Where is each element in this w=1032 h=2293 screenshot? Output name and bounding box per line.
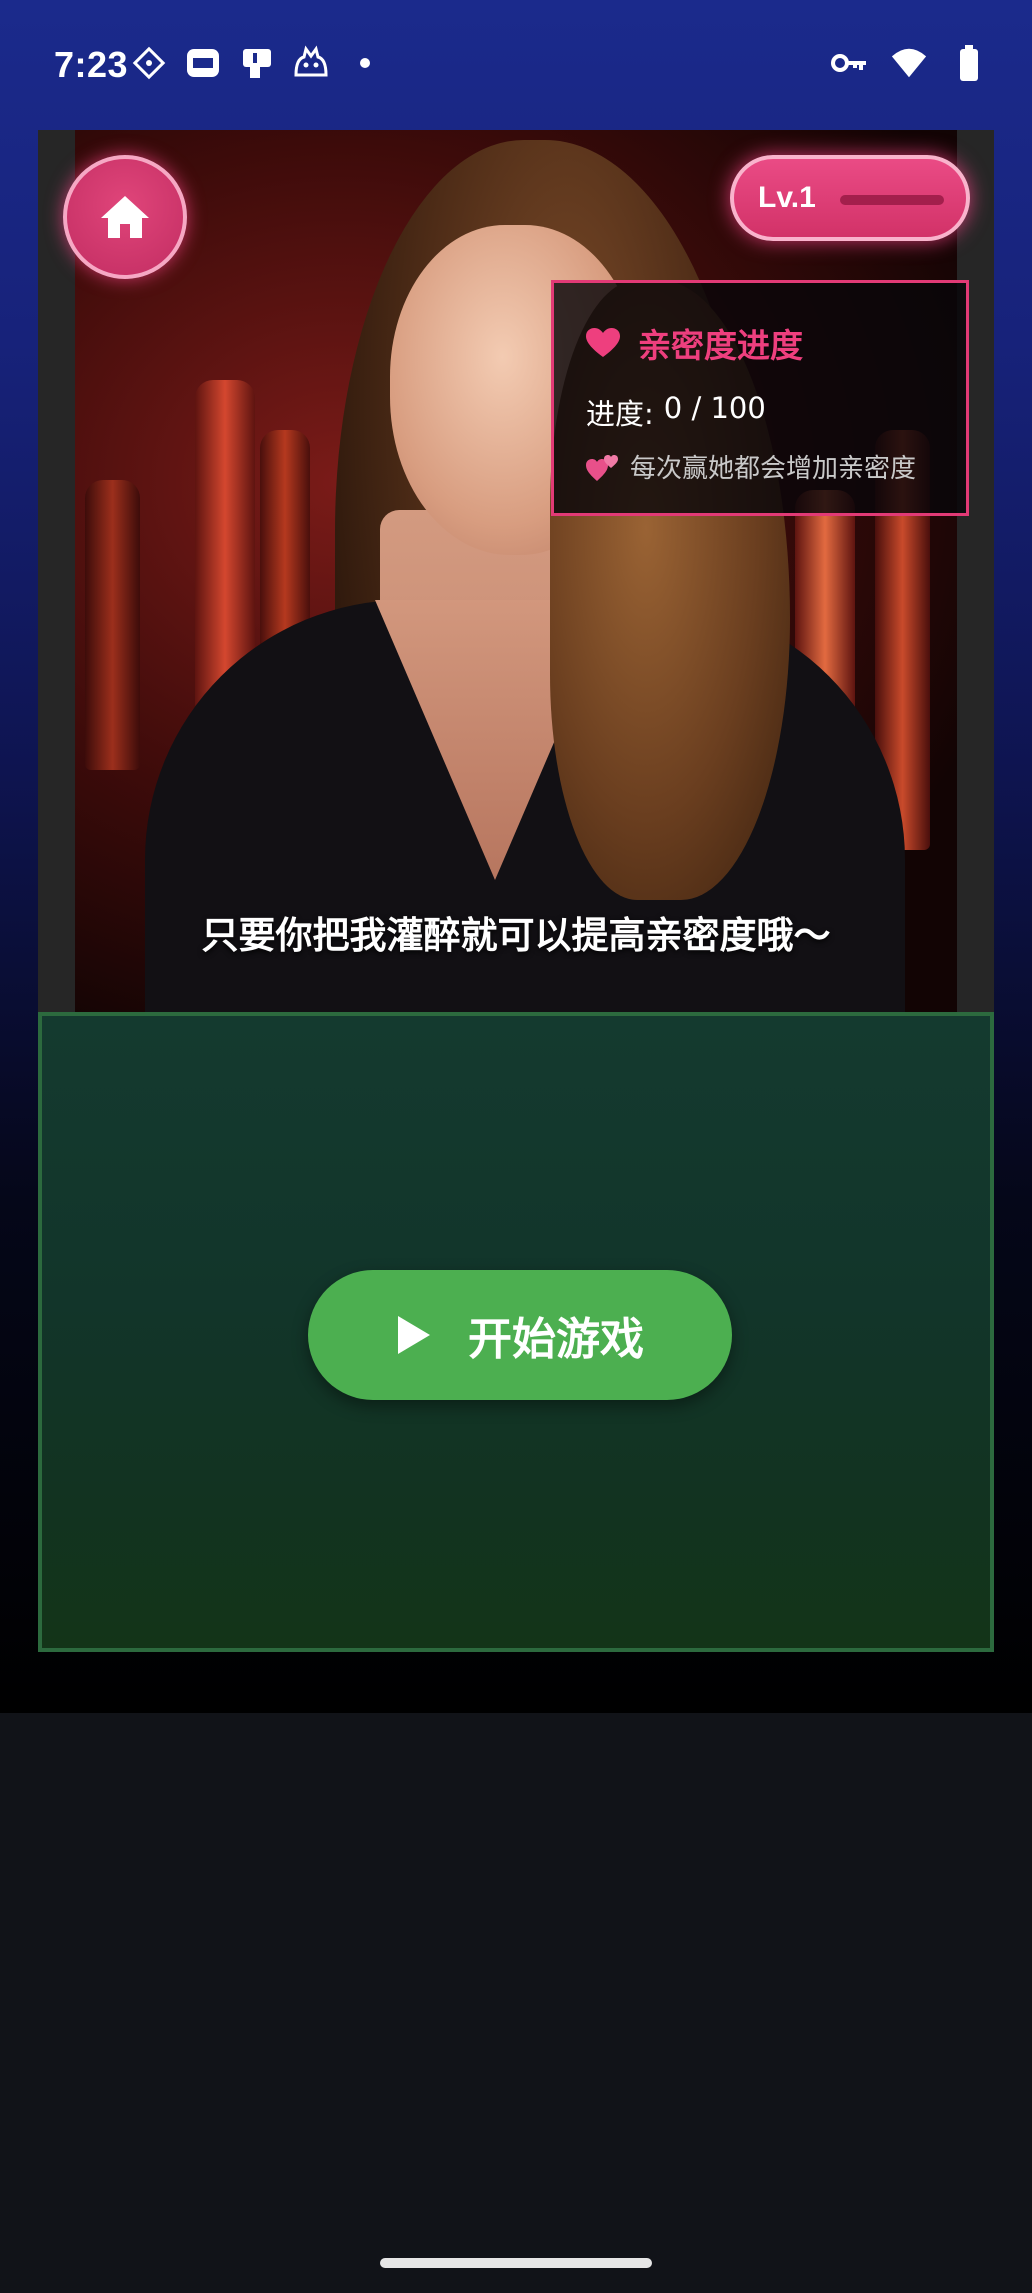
start-game-button[interactable]: 开始游戏	[308, 1270, 732, 1400]
start-game-label: 开始游戏	[468, 1314, 644, 1365]
cat-app-icon	[292, 44, 330, 82]
level-progress-bar	[840, 195, 944, 205]
game-area: 开始游戏	[38, 1012, 994, 1652]
level-badge: Lv.1	[730, 155, 970, 241]
home-button[interactable]	[63, 155, 187, 279]
intimacy-hint-text: 每次赢她都会增加亲密度	[630, 454, 917, 484]
empty-bottom-area	[0, 1713, 1032, 2293]
status-icons-left	[130, 44, 384, 82]
character-photo	[75, 130, 957, 1012]
status-time: 7:23	[54, 44, 129, 85]
intimacy-hint: 每次赢她都会增加亲密度	[586, 448, 916, 485]
intimacy-card: 亲密度进度 进度: 0 / 100 每次赢她都会增加亲密度	[551, 280, 969, 516]
bar-bottle	[85, 480, 140, 770]
status-icons-right	[830, 44, 988, 82]
notification-dot-icon	[346, 44, 384, 82]
level-label: Lv.1	[758, 181, 816, 214]
two-hearts-icon	[586, 454, 618, 481]
intimacy-progress: 进度: 0 / 100	[586, 391, 766, 433]
status-bar: 7:23	[0, 0, 1032, 130]
intimacy-title: 亲密度进度	[638, 326, 803, 365]
character-dialogue: 只要你把我灌醉就可以提高亲密度哦～	[201, 914, 831, 957]
character-scene: Lv.1 亲密度进度 进度: 0 / 100 每次赢她都会增加亲密度 只要你把我…	[38, 130, 994, 1012]
app-screen: 7:23 Lv.1 亲密度进度 进度: 0 / 100 每次赢她都会增加亲密度 …	[0, 0, 1032, 1713]
grid-diamond-icon	[130, 44, 168, 82]
gesture-navigation-bar[interactable]	[380, 2258, 652, 2268]
battery-icon	[950, 44, 988, 82]
vpn-key-icon	[830, 44, 868, 82]
home-icon	[101, 196, 149, 238]
wifi-icon	[890, 44, 928, 82]
intimacy-card-header: 亲密度进度	[586, 319, 803, 367]
intimacy-progress-value: 0 / 100	[663, 391, 766, 425]
card-reader-icon	[238, 44, 276, 82]
intimacy-progress-label: 进度:	[586, 397, 654, 431]
xiaomi-app-icon	[184, 44, 222, 82]
heart-icon	[586, 328, 620, 357]
play-icon	[398, 1316, 430, 1354]
